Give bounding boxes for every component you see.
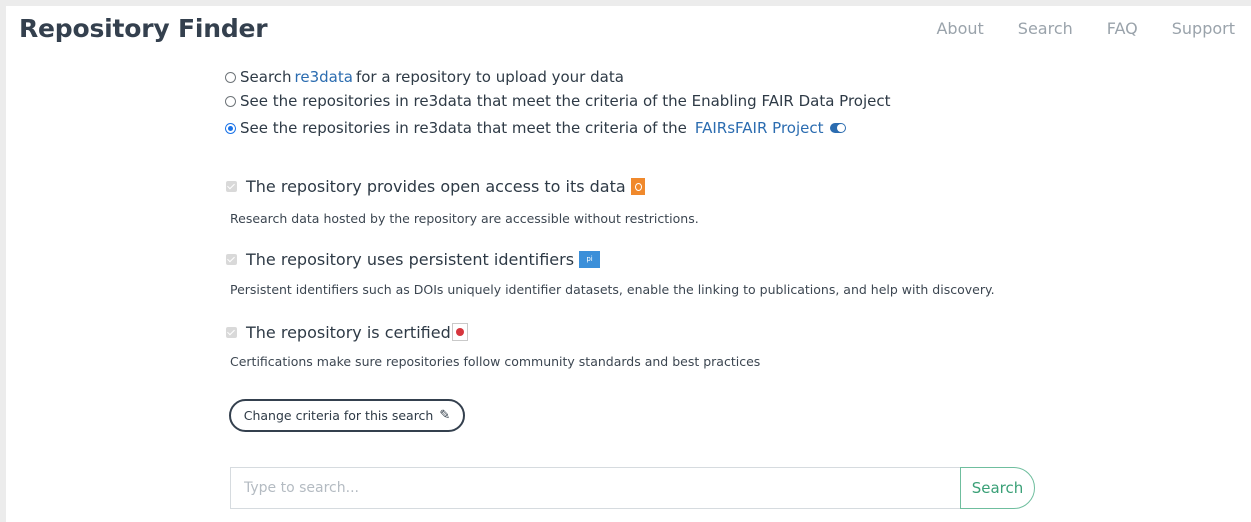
option-search-re3data[interactable]: Search re3data for a repository to uploa… bbox=[224, 65, 1224, 89]
certified-icon bbox=[451, 323, 468, 341]
pencil-icon: ✎ bbox=[439, 408, 451, 423]
change-criteria-button[interactable]: Change criteria for this search ✎ bbox=[229, 399, 465, 432]
criterion-title: The repository provides open access to i… bbox=[246, 176, 626, 196]
fairsfair-project-link[interactable]: FAIRsFAIR Project bbox=[695, 119, 824, 137]
change-criteria-label: Change criteria for this search bbox=[243, 408, 434, 423]
criterion-persistent-identifiers: The repository uses persistent identifie… bbox=[224, 248, 601, 270]
criterion-title-row: The repository uses persistent identifie… bbox=[224, 248, 601, 270]
main-content: Search re3data for a repository to uploa… bbox=[224, 65, 1224, 509]
checkbox-open-access[interactable] bbox=[226, 180, 237, 192]
re3data-link[interactable]: re3data bbox=[295, 68, 353, 86]
checkbox-certified[interactable] bbox=[226, 326, 237, 338]
brand-title[interactable]: Repository Finder bbox=[19, 14, 268, 43]
criterion-certified: The repository is certified bbox=[224, 321, 468, 343]
option-text: See the repositories in re3data that mee… bbox=[240, 92, 891, 110]
site-header: Repository Finder About Search FAQ Suppo… bbox=[6, 6, 1251, 52]
toggle-icon[interactable] bbox=[830, 123, 847, 133]
criterion-title: The repository is certified bbox=[246, 322, 451, 342]
nav-support[interactable]: Support bbox=[1172, 19, 1235, 38]
criterion-title: The repository uses persistent identifie… bbox=[246, 249, 575, 269]
radio-search-re3data[interactable] bbox=[225, 71, 236, 83]
option-text: Search bbox=[240, 68, 292, 86]
criterion-open-access: The repository provides open access to i… bbox=[224, 175, 645, 197]
persistent-identifier-icon: pi bbox=[579, 250, 601, 268]
search-button[interactable]: Search bbox=[960, 467, 1035, 509]
nav-search[interactable]: Search bbox=[1018, 19, 1073, 38]
criterion-title-row: The repository is certified bbox=[224, 321, 468, 343]
radio-enabling-fair[interactable] bbox=[225, 95, 236, 107]
main-nav: About Search FAQ Support bbox=[936, 19, 1235, 38]
option-enabling-fair[interactable]: See the repositories in re3data that mee… bbox=[224, 89, 1224, 113]
search-input[interactable] bbox=[230, 467, 961, 509]
nav-about[interactable]: About bbox=[936, 19, 983, 38]
page: Repository Finder About Search FAQ Suppo… bbox=[6, 6, 1251, 522]
option-text: See the repositories in re3data that mee… bbox=[240, 119, 687, 137]
criterion-description: Research data hosted by the repository a… bbox=[230, 211, 699, 226]
radio-fairsfair[interactable] bbox=[225, 122, 236, 134]
criterion-title-row: The repository provides open access to i… bbox=[224, 175, 645, 197]
option-text: for a repository to upload your data bbox=[355, 68, 624, 86]
open-access-icon bbox=[630, 177, 645, 195]
option-fairsfair[interactable]: See the repositories in re3data that mee… bbox=[224, 113, 1224, 143]
nav-faq[interactable]: FAQ bbox=[1107, 19, 1138, 38]
criterion-description: Persistent identifiers such as DOIs uniq… bbox=[230, 282, 995, 297]
criterion-description: Certifications make sure repositories fo… bbox=[230, 354, 761, 369]
checkbox-persistent-identifiers[interactable] bbox=[226, 253, 237, 265]
